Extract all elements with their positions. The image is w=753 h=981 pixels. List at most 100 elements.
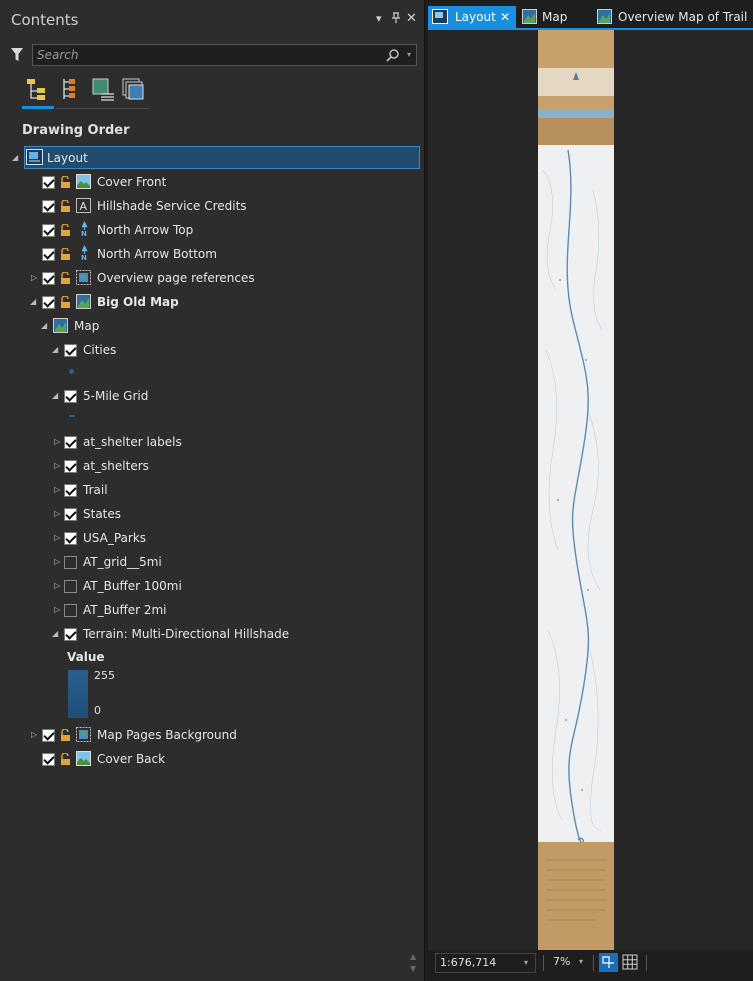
tree-item-overview-page-references[interactable]: ▷ Overview page references — [0, 268, 420, 288]
expand-chevron-icon[interactable]: ▷ — [54, 456, 60, 476]
collapse-layout-chevron-icon[interactable]: ◢ — [12, 153, 18, 162]
visibility-checkbox[interactable] — [42, 176, 55, 189]
collapse-chevron-icon[interactable]: ◢ — [52, 340, 58, 360]
tree-item-at-shelters[interactable]: ▷ at_shelters — [0, 456, 420, 476]
grid-symbol[interactable] — [69, 415, 75, 417]
tree-item-map[interactable]: ◢ Map — [0, 316, 420, 336]
tab-label: Layout — [455, 10, 496, 24]
tree-item-label: Overview page references — [97, 271, 255, 285]
zoom-dropdown-chevron-icon[interactable]: ▾ — [579, 953, 583, 971]
visibility-checkbox[interactable] — [64, 628, 77, 641]
tree-item-trail[interactable]: ▷ Trail — [0, 480, 420, 500]
expand-chevron-icon[interactable]: ▷ — [54, 576, 60, 596]
tree-item-5-mile-grid[interactable]: ◢ 5-Mile Grid — [0, 386, 420, 406]
scroll-down-arrow-icon[interactable]: ▼ — [410, 964, 416, 973]
visibility-checkbox[interactable] — [64, 508, 77, 521]
lock-icon[interactable] — [60, 729, 71, 741]
visibility-checkbox[interactable] — [64, 484, 77, 497]
visibility-checkbox[interactable] — [42, 248, 55, 261]
tree-item-north-arrow-bottom[interactable]: N North Arrow Bottom — [0, 244, 420, 264]
lock-icon[interactable] — [60, 248, 71, 260]
expand-chevron-icon[interactable]: ▷ — [54, 504, 60, 524]
tree-item-usa-parks[interactable]: ▷ USA_Parks — [0, 528, 420, 548]
tree-item-at-buffer-2mi[interactable]: ▷ AT_Buffer 2mi — [0, 600, 420, 620]
hillshade-color-ramp[interactable] — [68, 670, 88, 718]
visibility-checkbox[interactable] — [64, 556, 77, 569]
visibility-checkbox[interactable] — [42, 272, 55, 285]
tree-item-map-pages-background[interactable]: ▷ Map Pages Background — [0, 725, 420, 745]
visibility-checkbox[interactable] — [42, 200, 55, 213]
tree-item-big-old-map[interactable]: ◢ Big Old Map — [0, 292, 420, 312]
scale-combobox[interactable]: 1:676,714 ▾ — [435, 953, 536, 973]
tree-item-at-grid-5mi[interactable]: ▷ AT_grid__5mi — [0, 552, 420, 572]
scale-dropdown-chevron-icon[interactable]: ▾ — [524, 954, 528, 972]
lock-icon[interactable] — [60, 753, 71, 765]
text-element-icon: A — [76, 198, 91, 213]
list-by-snapping-icon[interactable] — [122, 76, 146, 104]
expand-chevron-icon[interactable]: ▷ — [31, 725, 37, 745]
pin-icon[interactable] — [391, 12, 401, 27]
lock-icon[interactable] — [60, 224, 71, 236]
tree-item-states[interactable]: ▷ States — [0, 504, 420, 524]
expand-chevron-icon[interactable]: ▷ — [54, 528, 60, 548]
lock-icon[interactable] — [60, 272, 71, 284]
visibility-checkbox[interactable] — [64, 344, 77, 357]
expand-chevron-icon[interactable]: ▷ — [54, 552, 60, 572]
pane-menu-icon[interactable]: ▾ — [376, 12, 382, 25]
expand-chevron-icon[interactable]: ▷ — [54, 432, 60, 452]
grid-toggle-icon[interactable] — [622, 954, 638, 970]
search-options-chevron-icon[interactable]: ▾ — [407, 50, 411, 59]
expand-chevron-icon[interactable]: ▷ — [54, 600, 60, 620]
picture-element-icon — [76, 174, 91, 189]
collapse-chevron-icon[interactable]: ◢ — [30, 292, 36, 312]
search-input[interactable] — [37, 47, 367, 63]
visibility-checkbox[interactable] — [64, 604, 77, 617]
close-pane-icon[interactable]: ✕ — [406, 11, 417, 26]
visibility-checkbox[interactable] — [64, 580, 77, 593]
tree-item-cover-back[interactable]: Cover Back — [0, 749, 420, 769]
cities-symbol[interactable] — [69, 369, 74, 374]
north-arrow-icon: N — [81, 245, 88, 260]
visibility-checkbox[interactable] — [42, 296, 55, 309]
lock-icon[interactable] — [60, 200, 71, 212]
filter-icon[interactable] — [10, 47, 24, 63]
collapse-chevron-icon[interactable]: ◢ — [52, 624, 58, 644]
collapse-chevron-icon[interactable]: ◢ — [41, 316, 47, 336]
visibility-checkbox[interactable] — [42, 224, 55, 237]
layout-page[interactable] — [538, 30, 614, 950]
tab-overview-map-of-trail[interactable]: Overview Map of Trail — [595, 6, 753, 28]
tree-item-label: Trail — [83, 483, 108, 497]
list-by-source-icon[interactable] — [60, 76, 84, 104]
tree-item-label: Cities — [83, 343, 117, 357]
tree-item-at-buffer-100mi[interactable]: ▷ AT_Buffer 100mi — [0, 576, 420, 596]
tree-item-cover-front[interactable]: Cover Front — [0, 172, 420, 192]
tab-layout[interactable]: Layout ✕ — [428, 6, 516, 28]
list-by-selection-icon[interactable] — [92, 76, 116, 104]
expand-chevron-icon[interactable]: ▷ — [31, 268, 37, 288]
visibility-checkbox[interactable] — [42, 729, 55, 742]
search-icon[interactable] — [386, 48, 400, 62]
tab-map[interactable]: Map — [520, 6, 590, 28]
collapse-chevron-icon[interactable]: ◢ — [52, 386, 58, 406]
list-by-drawing-order-icon[interactable] — [26, 76, 50, 104]
zoom-combobox[interactable]: 7% ▾ — [550, 953, 593, 973]
visibility-checkbox[interactable] — [64, 532, 77, 545]
tree-item-cities[interactable]: ◢ Cities — [0, 340, 420, 360]
visibility-checkbox[interactable] — [64, 460, 77, 473]
tree-item-at-shelter-labels[interactable]: ▷ at_shelter labels — [0, 432, 420, 452]
close-tab-icon[interactable]: ✕ — [500, 6, 510, 28]
lock-icon[interactable] — [60, 176, 71, 188]
visibility-checkbox[interactable] — [42, 753, 55, 766]
visibility-checkbox[interactable] — [64, 390, 77, 403]
lock-icon[interactable] — [60, 296, 71, 308]
layout-icon — [26, 149, 43, 165]
tree-item-north-arrow-top[interactable]: N North Arrow Top — [0, 220, 420, 240]
search-box[interactable]: ▾ — [32, 44, 417, 66]
expand-chevron-icon[interactable]: ▷ — [54, 480, 60, 500]
tree-item-hillshade-service-credits[interactable]: A Hillshade Service Credits — [0, 196, 420, 216]
scroll-up-arrow-icon[interactable]: ▲ — [410, 952, 416, 961]
tree-item-layout[interactable]: Layout — [24, 146, 420, 169]
tree-item-terrain-hillshade[interactable]: ◢ Terrain: Multi-Directional Hillshade — [0, 624, 420, 644]
visibility-checkbox[interactable] — [64, 436, 77, 449]
snap-to-guides-icon[interactable] — [599, 953, 618, 972]
